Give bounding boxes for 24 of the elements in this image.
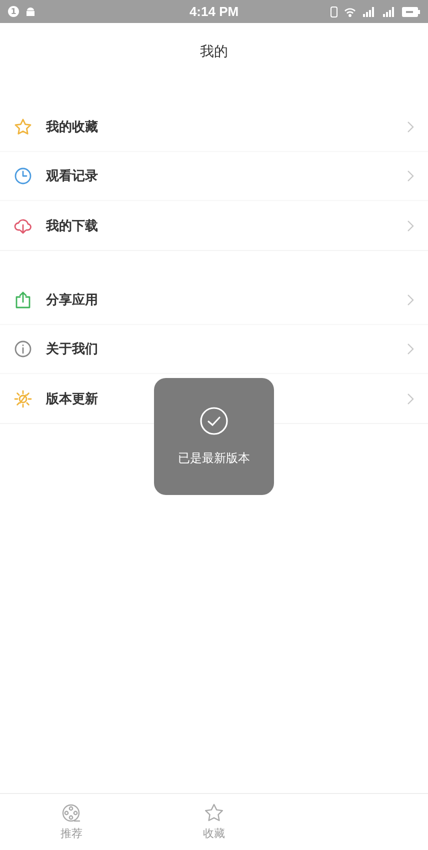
battery-icon: [402, 6, 420, 16]
chevron-right-icon: [407, 294, 414, 306]
signal-icon: [382, 6, 396, 16]
chevron-right-icon: [407, 343, 414, 355]
clock-time: 4:14 PM: [189, 4, 239, 19]
chevron-right-icon: [407, 220, 414, 232]
wifi-icon: [344, 6, 356, 16]
menu-item[interactable]: 关于我们: [0, 325, 428, 374]
film-reel-icon: [61, 803, 82, 823]
menu-item[interactable]: 分享应用: [0, 276, 428, 325]
toast-message: 已是最新版本: [178, 450, 250, 467]
menu-item[interactable]: 版本更新: [0, 374, 428, 423]
notification-badge: 1: [8, 6, 19, 17]
chevron-right-icon: [407, 170, 414, 182]
chevron-right-icon: [407, 392, 414, 404]
menu-item[interactable]: 观看记录: [0, 152, 428, 201]
vibrate-icon: [330, 6, 338, 18]
menu-item[interactable]: 我的收藏: [0, 103, 428, 152]
check-circle-icon: [199, 406, 229, 436]
chevron-right-icon: [407, 121, 414, 133]
signal-icon: [362, 6, 376, 16]
page-title: 我的: [200, 42, 228, 60]
menu-item[interactable]: 我的下载: [0, 201, 428, 250]
star-icon: [204, 803, 224, 823]
